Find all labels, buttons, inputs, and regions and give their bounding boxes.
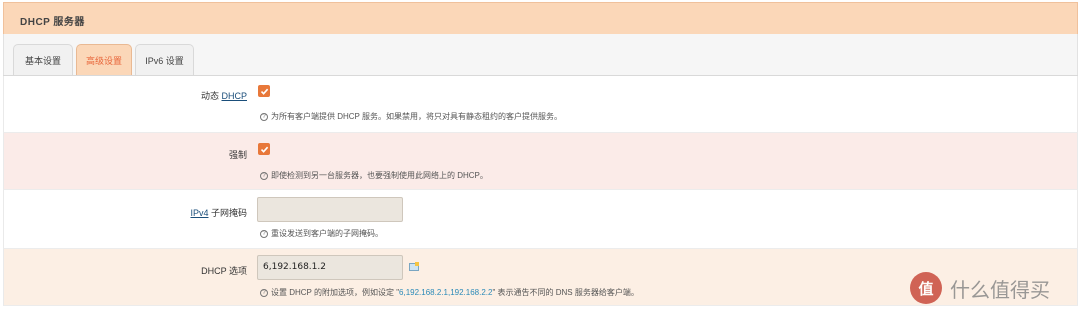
help-icon: ? xyxy=(260,288,268,297)
panel-title: DHCP 服务器 xyxy=(20,17,85,28)
dhcp-options-input[interactable]: 6,192.168.1.2 xyxy=(257,255,403,280)
ipv4-link[interactable]: IPv4 xyxy=(190,208,208,218)
label-text: DHCP 选项 xyxy=(201,266,247,276)
row-force: 强制 ? 即使检测到另一台服务器，也要强制使用此网络上的 DHCP。 xyxy=(3,133,1078,190)
row-dynamic-dhcp: 动态 DHCP ? 为所有客户端提供 DHCP 服务。如果禁用，将只对具有静态租约… xyxy=(3,76,1078,133)
help-example: 6,192.168.2.1,192.168.2.2 xyxy=(399,288,493,297)
add-option-icon[interactable] xyxy=(409,262,419,271)
ipv4-netmask-label: IPv4 子网掩码 xyxy=(190,206,247,219)
ipv4-netmask-help: ? 重设发送到客户端的子网掩码。 xyxy=(260,228,383,239)
dhcp-options-label: DHCP 选项 xyxy=(201,264,247,277)
label-text: 动态 xyxy=(200,91,222,101)
help-icon: ? xyxy=(260,171,268,180)
tab-basic-settings[interactable]: 基本设置 xyxy=(13,44,73,76)
watermark-text: 什么值得买 xyxy=(950,277,1050,302)
help-text: " 表示通告不同的 DNS 服务器给客户端。 xyxy=(492,288,639,297)
checkmark-icon xyxy=(260,88,268,95)
tab-advanced-settings[interactable]: 高级设置 xyxy=(76,44,132,76)
help-icon: ? xyxy=(260,112,268,121)
force-label: 强制 xyxy=(229,148,247,161)
help-text: 即使检测到另一台服务器，也要强制使用此网络上的 DHCP。 xyxy=(271,171,488,180)
row-ipv4-netmask: IPv4 子网掩码 ? 重设发送到客户端的子网掩码。 xyxy=(3,190,1078,249)
panel-header: DHCP 服务器 xyxy=(3,2,1078,34)
force-help: ? 即使检测到另一台服务器，也要强制使用此网络上的 DHCP。 xyxy=(260,170,488,181)
help-text: 为所有客户端提供 DHCP 服务。如果禁用，将只对具有静态租约的客户提供服务。 xyxy=(271,112,562,121)
dynamic-dhcp-help: ? 为所有客户端提供 DHCP 服务。如果禁用，将只对具有静态租约的客户提供服务。 xyxy=(260,111,562,122)
dhcp-options-help: ? 设置 DHCP 的附加选项，例如设定 " 6,192.168.2.1,192.1… xyxy=(260,287,639,298)
dhcp-link[interactable]: DHCP xyxy=(221,91,247,101)
help-icon: ? xyxy=(260,229,268,238)
tab-ipv6-settings[interactable]: IPv6 设置 xyxy=(135,44,194,76)
label-text: 强制 xyxy=(228,150,247,160)
ipv4-netmask-input[interactable] xyxy=(257,197,403,222)
tab-bar: 基本设置 高级设置 IPv6 设置 xyxy=(3,34,1078,76)
watermark-badge: 值 xyxy=(910,272,942,304)
checkmark-icon xyxy=(260,146,268,153)
watermark: 值 什么值得买 xyxy=(910,272,1050,304)
tab-label: IPv6 设置 xyxy=(145,56,184,66)
help-text: 设置 DHCP 的附加选项，例如设定 " xyxy=(271,288,400,297)
tab-label: 高级设置 xyxy=(85,56,122,66)
force-checkbox[interactable] xyxy=(258,143,270,155)
label-text: 子网掩码 xyxy=(208,208,247,218)
tab-label: 基本设置 xyxy=(24,56,61,66)
help-text: 重设发送到客户端的子网掩码。 xyxy=(271,229,383,238)
dynamic-dhcp-checkbox[interactable] xyxy=(258,85,270,97)
dynamic-dhcp-label: 动态 DHCP xyxy=(201,89,247,102)
